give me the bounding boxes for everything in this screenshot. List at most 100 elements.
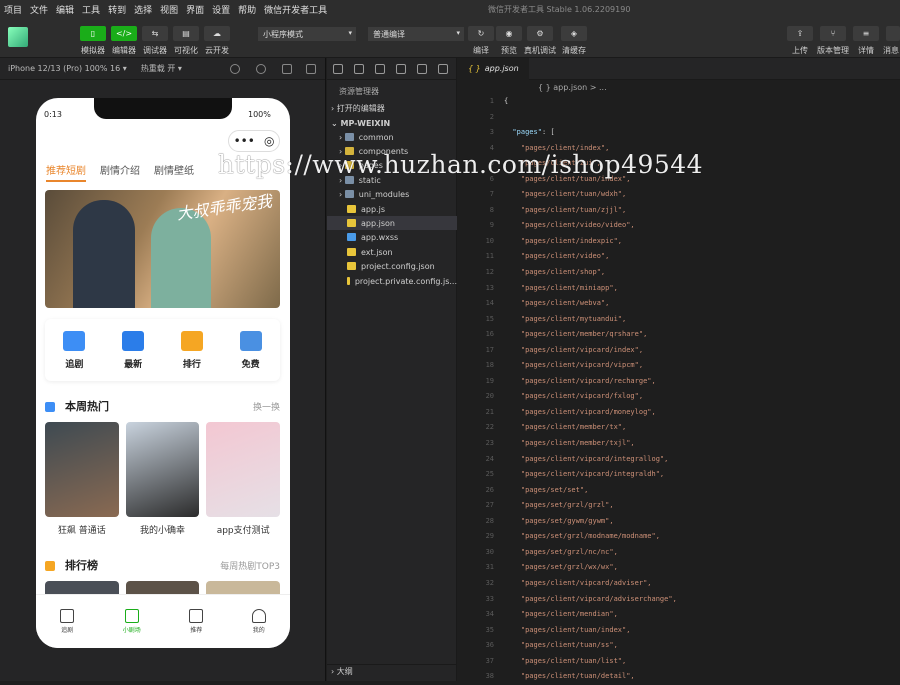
messages-button[interactable] [886,26,900,41]
tree-item-file[interactable]: app.json [327,216,457,230]
menu-item[interactable]: 视图 [156,3,182,16]
compile-select-value: 普通编译 [373,30,405,39]
ranking-header: 排行榜 每周热剧TOP3 [45,557,280,573]
extensions-icon[interactable] [396,63,406,74]
menu-item[interactable]: 帮助 [234,3,260,16]
hot-reload-toggle[interactable]: 热重载 开 ▾ [141,63,182,74]
version-button[interactable]: ⑂ [820,26,846,41]
close-icon[interactable]: ◎ [264,134,274,148]
drama-card[interactable]: app支付测试 [206,422,281,536]
code-line: "pages/client/member/txjl", [504,439,635,448]
editor-toggle-button[interactable]: </> [111,26,137,41]
menu-icon: ≡ [862,29,870,38]
search-icon[interactable] [354,63,364,74]
tab-plot[interactable]: 剧情介绍 [100,162,140,182]
code-line: "pages/client/vipcard/moneylog", [504,407,656,416]
menu-item[interactable]: 工具 [78,3,104,16]
json-file-icon [347,277,350,285]
drama-card[interactable]: 狂飙 普通话 [45,422,119,536]
visual-toggle-button[interactable]: ▤ [173,26,199,41]
menu-item[interactable]: 文件 [26,3,52,16]
menu-item[interactable]: 转到 [104,3,130,16]
refresh-icon[interactable] [230,64,240,74]
quick-entry-label: 免费 [241,359,260,370]
cloud-dev-button[interactable]: ☁ [204,26,230,41]
code-line: "pages/client/mytuandui", [504,314,627,323]
json-file-icon [347,219,356,227]
tabbar-label: 小剧场 [122,627,141,634]
stop-icon[interactable] [256,64,266,74]
drama-poster [45,422,119,517]
tree-item-file[interactable]: app.wxss [327,230,457,244]
code-line: "pages/client/tuan/list", [504,656,627,665]
line-number: 18 [485,361,494,370]
tree-item-folder[interactable]: › common [327,130,457,144]
status-battery: 100% [248,110,271,119]
line-number: 19 [485,376,494,385]
refresh-link[interactable]: 换一换 [253,400,280,413]
tree-item-file[interactable]: project.private.config.js... [327,274,457,288]
preview-button[interactable]: ◉ [496,26,522,41]
compile-select[interactable]: 普通编译 ▾ [368,27,464,41]
mode-select[interactable]: 小程序模式 ▾ [258,27,356,41]
open-editors-section[interactable]: › 打开的编辑器 [327,101,457,115]
ranking-more-link[interactable]: 每周热剧TOP3 [220,559,280,572]
menu-item[interactable]: 选择 [130,3,156,16]
tree-item-folder[interactable]: › uni_modules [327,187,457,201]
tabbar-item-watch[interactable]: 追剧 [60,609,75,634]
banner-image[interactable]: 大叔乖乖宠我 [45,190,280,308]
tree-item-file[interactable]: project.config.json [327,259,457,273]
device-select[interactable]: iPhone 12/13 (Pro) 100% 16 ▾ [8,64,127,73]
line-number: 30 [485,547,494,556]
drama-card[interactable]: 我的小确幸 [125,422,200,536]
compile-button[interactable]: ↻ [468,26,494,41]
tab-wallpaper[interactable]: 剧情壁纸 [154,162,194,182]
editor-tab-label: app.json [484,64,519,73]
code-content[interactable]: { "pages": [ "pages/client/index", "page… [504,94,677,685]
remote-debug-button[interactable]: ⚙ [527,26,553,41]
git-icon[interactable] [375,63,385,74]
chevron-down-icon: ▾ [348,29,352,37]
cloud-icon[interactable] [438,63,448,74]
tabbar-item-recommend[interactable]: 推荐 [189,609,204,634]
debugger-toggle-button[interactable]: ⇆ [142,26,168,41]
tree-item-label: app.wxss [361,232,399,242]
popout-icon[interactable] [306,64,316,74]
top-tabs: 推荐短剧 剧情介绍 剧情壁纸 [46,162,194,182]
avatar[interactable] [8,27,28,47]
line-number: 22 [485,423,494,432]
menu-item[interactable]: 项目 [0,3,26,16]
tree-item-file[interactable]: app.js [327,202,457,216]
quick-entry[interactable]: 追剧 [63,330,86,370]
menu-item[interactable]: 微信开发者工具 [260,3,331,16]
tabbar-item-me[interactable]: 我的 [251,609,266,634]
menu-item[interactable]: 编辑 [52,3,78,16]
editor-tab-active[interactable]: { } app.json [458,57,529,80]
code-line: "pages/client/video/video", [504,221,635,230]
tree-item-file[interactable]: ext.json [327,245,457,259]
quick-entry[interactable]: 免费 [239,330,262,370]
quick-entry[interactable]: 最新 [122,330,145,370]
code-icon: </> [115,29,133,38]
toolbar: ▯ </> ⇆ ▤ ☁ 模拟器 编辑器 调试器 可视化 云开发 小程序模式 ▾ … [0,18,900,58]
clear-cache-button[interactable]: ◈ [561,26,587,41]
project-section[interactable]: ⌄ MP-WEIXIN [327,116,457,130]
menu-item[interactable]: 界面 [182,3,208,16]
files-icon[interactable] [333,63,343,74]
simulator-toggle-button[interactable]: ▯ [80,26,106,41]
tree-item-label: project.config.json [361,261,435,271]
upload-button[interactable]: ⇪ [787,26,813,41]
details-button[interactable]: ≡ [853,26,879,41]
more-icon[interactable]: ••• [234,134,255,148]
phone-icon[interactable] [282,64,292,74]
outline-section[interactable]: › 大纲 [327,664,457,678]
mini-program-capsule[interactable]: ••• ◎ [228,130,280,152]
tree-item-label: common [358,132,394,142]
tabbar-item-theater[interactable]: 小剧场 [123,609,141,634]
tab-recommended[interactable]: 推荐短剧 [46,162,86,182]
quick-entry[interactable]: 排行 [180,330,203,370]
menu-item[interactable]: 设置 [208,3,234,16]
code-line: "pages/set/gywm/gywm", [504,516,614,525]
toolbar-label: 上传 [792,46,808,55]
image-icon[interactable] [417,63,427,74]
